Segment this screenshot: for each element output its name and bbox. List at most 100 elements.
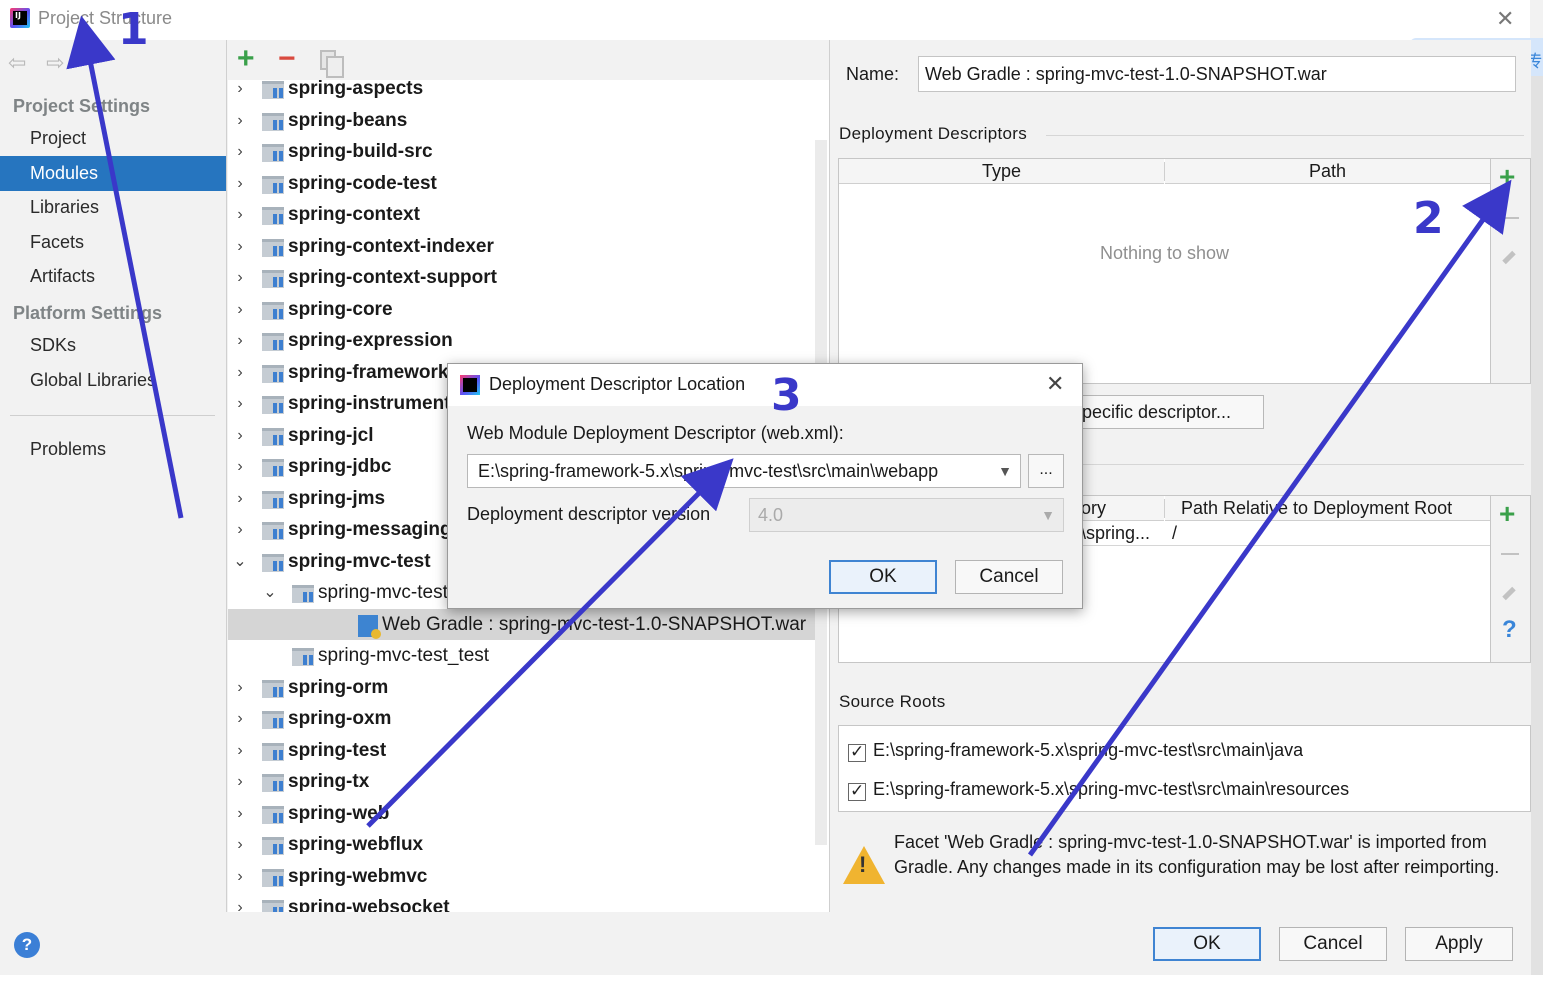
ok-button[interactable]: OK xyxy=(1153,927,1261,961)
add-server-specific-descriptor-button[interactable]: pecific descriptor... xyxy=(1081,395,1264,429)
chevron-down-icon[interactable]: ⌄ xyxy=(232,546,248,577)
tree-row[interactable]: › spring-context xyxy=(228,199,818,230)
tree-row[interactable]: › spring-web xyxy=(228,798,818,829)
close-icon[interactable]: ✕ xyxy=(1496,6,1514,32)
add-resource-icon[interactable]: + xyxy=(1499,498,1515,530)
dialog-cancel-button[interactable]: Cancel xyxy=(955,560,1063,594)
chevron-right-icon[interactable]: › xyxy=(232,829,248,860)
chevron-right-icon[interactable]: › xyxy=(232,325,248,356)
source-root-checkbox[interactable] xyxy=(848,742,866,762)
tree-row[interactable]: › spring-test xyxy=(228,735,818,766)
sidebar-item-facets[interactable]: Facets xyxy=(0,225,226,260)
dialog-ok-button[interactable]: OK xyxy=(829,560,937,594)
chevron-right-icon[interactable]: › xyxy=(232,199,248,230)
tree-row[interactable]: › spring-oxm xyxy=(228,703,818,734)
tree-row[interactable]: spring-mvc-test_test xyxy=(228,640,818,671)
chevron-right-icon[interactable]: › xyxy=(232,892,248,912)
tree-row[interactable]: › spring-context-support xyxy=(228,262,818,293)
dialog-close-icon[interactable]: ✕ xyxy=(1046,371,1064,397)
column-relative-path[interactable]: Path Relative to Deployment Root xyxy=(1165,496,1490,521)
sidebar-item-modules[interactable]: Modules xyxy=(0,156,226,191)
cancel-button[interactable]: Cancel xyxy=(1279,927,1387,961)
facet-name-field[interactable]: Web Gradle : spring-mvc-test-1.0-SNAPSHO… xyxy=(918,56,1516,92)
warning-mark: ! xyxy=(859,852,867,877)
module-icon xyxy=(262,302,284,320)
remove-descriptor-icon[interactable] xyxy=(1501,217,1519,219)
sidebar-item-sdks[interactable]: SDKs xyxy=(0,328,226,363)
module-icon xyxy=(292,585,314,603)
chevron-right-icon[interactable]: › xyxy=(232,262,248,293)
edit-resource-icon[interactable] xyxy=(1502,586,1516,601)
apply-button[interactable]: Apply xyxy=(1405,927,1513,961)
tree-row-label: spring-core xyxy=(288,299,393,320)
module-icon xyxy=(262,81,284,99)
edit-descriptor-icon[interactable] xyxy=(1502,250,1516,265)
tree-row[interactable]: › spring-webmvc xyxy=(228,861,818,892)
add-descriptor-icon[interactable]: + xyxy=(1499,161,1515,193)
window-scrollbar[interactable] xyxy=(1531,76,1543,984)
tree-row-label: spring-mvc-test xyxy=(288,551,431,572)
back-arrow-icon[interactable]: ⇦ xyxy=(8,50,26,76)
resource-directory-cell[interactable]: \spring... xyxy=(1081,523,1161,544)
chevron-right-icon[interactable]: › xyxy=(232,483,248,514)
tree-row[interactable]: › spring-core xyxy=(228,294,818,325)
chevron-right-icon[interactable]: › xyxy=(232,73,248,104)
chevron-right-icon[interactable]: › xyxy=(232,105,248,136)
tree-row[interactable]: › spring-webflux xyxy=(228,829,818,860)
forward-arrow-icon[interactable]: ⇨ xyxy=(46,50,64,76)
add-module-icon[interactable]: + xyxy=(237,42,255,76)
chevron-right-icon[interactable]: › xyxy=(232,357,248,388)
tree-row[interactable]: › spring-aspects xyxy=(228,73,818,104)
chevron-right-icon[interactable]: › xyxy=(232,294,248,325)
tree-row[interactable]: › spring-expression xyxy=(228,325,818,356)
tree-row[interactable]: › spring-websocket xyxy=(228,892,818,912)
chevron-right-icon[interactable]: › xyxy=(232,231,248,262)
sidebar-item-problems[interactable]: Problems xyxy=(0,432,226,467)
chevron-down-icon[interactable]: ⌄ xyxy=(262,577,278,608)
browse-button[interactable]: ... xyxy=(1028,454,1064,488)
chevron-right-icon[interactable]: › xyxy=(232,672,248,703)
sidebar-item-libraries[interactable]: Libraries xyxy=(0,190,226,225)
tree-row[interactable]: › spring-beans xyxy=(228,105,818,136)
remove-resource-icon[interactable] xyxy=(1501,553,1519,555)
source-root-checkbox[interactable] xyxy=(848,781,866,801)
chevron-down-icon[interactable]: ▼ xyxy=(998,455,1012,487)
intellij-logo-icon: IJ xyxy=(10,8,30,28)
tree-row[interactable]: › spring-tx xyxy=(228,766,818,797)
chevron-right-icon[interactable]: › xyxy=(232,766,248,797)
tree-row-label: spring-mvc-test_test xyxy=(318,645,490,666)
chevron-right-icon[interactable]: › xyxy=(232,735,248,766)
tree-row[interactable]: › spring-context-indexer xyxy=(228,231,818,262)
copy-module-icon[interactable] xyxy=(320,50,344,78)
title-bar: IJ Project Structure ✕ xyxy=(0,0,1530,40)
chevron-right-icon[interactable]: › xyxy=(232,798,248,829)
sidebar-item-global-libraries[interactable]: Global Libraries xyxy=(0,363,226,398)
chevron-right-icon[interactable]: › xyxy=(232,168,248,199)
help-icon[interactable]: ? xyxy=(14,932,40,958)
tree-row[interactable]: › spring-code-test xyxy=(228,168,818,199)
sidebar-item-project[interactable]: Project xyxy=(0,121,226,156)
chevron-right-icon[interactable]: › xyxy=(232,514,248,545)
column-path[interactable]: Path xyxy=(1165,159,1490,184)
sidebar-item-artifacts[interactable]: Artifacts xyxy=(0,259,226,294)
chevron-right-icon[interactable]: › xyxy=(232,420,248,451)
tree-row-label: spring-build-src xyxy=(288,141,433,162)
tree-row-label: spring-code-test xyxy=(288,173,437,194)
chevron-right-icon[interactable]: › xyxy=(232,388,248,419)
module-icon xyxy=(262,680,284,698)
column-type[interactable]: Type xyxy=(839,159,1164,184)
tree-row[interactable]: Web Gradle : spring-mvc-test-1.0-SNAPSHO… xyxy=(228,609,818,640)
descriptor-path-combo[interactable]: E:\spring-framework-5.x\spring-mvc-test\… xyxy=(467,454,1021,488)
help-icon[interactable]: ? xyxy=(1502,616,1517,644)
resource-relative-path-cell[interactable]: / xyxy=(1172,523,1177,544)
module-icon xyxy=(262,743,284,761)
tree-row[interactable]: › spring-build-src xyxy=(228,136,818,167)
tree-row[interactable]: › spring-orm xyxy=(228,672,818,703)
chevron-right-icon[interactable]: › xyxy=(232,136,248,167)
remove-module-icon[interactable]: − xyxy=(278,42,296,76)
chevron-right-icon[interactable]: › xyxy=(232,703,248,734)
chevron-right-icon[interactable]: › xyxy=(232,861,248,892)
annotation-number-2: 2 xyxy=(1413,193,1444,244)
chevron-right-icon[interactable]: › xyxy=(232,451,248,482)
descriptors-table: Type Path Nothing to show xyxy=(838,158,1491,384)
